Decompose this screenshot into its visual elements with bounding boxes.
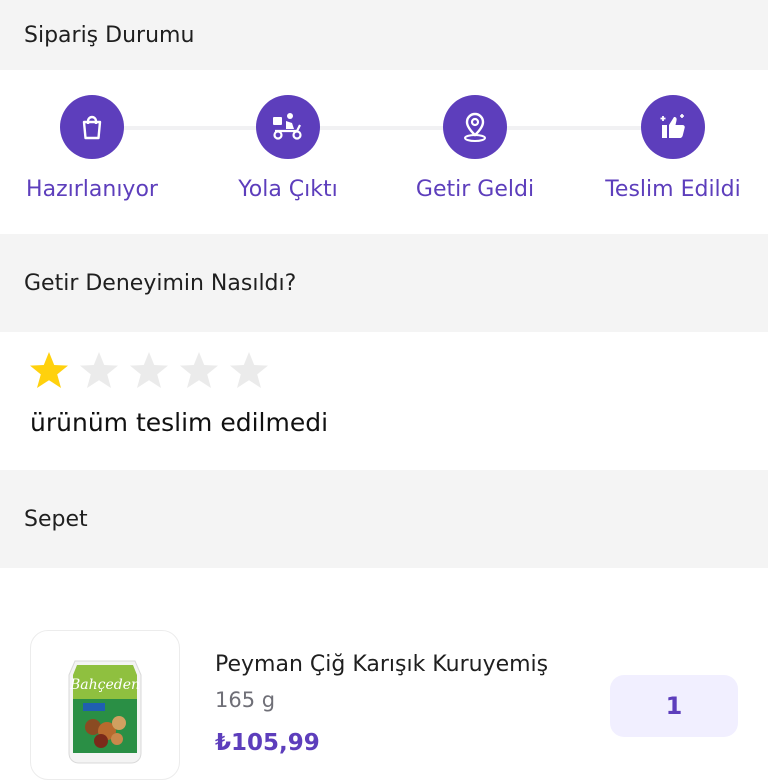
star-rating[interactable] (28, 350, 270, 392)
star-empty-icon[interactable] (178, 350, 220, 392)
rating-header: Getir Deneyimin Nasıldı? (0, 234, 768, 332)
location-pin-icon (443, 95, 507, 159)
progress-track (92, 126, 674, 130)
star-empty-icon[interactable] (78, 350, 120, 392)
product-image: Bahçeden (30, 630, 180, 780)
star-filled-icon[interactable] (28, 350, 70, 392)
shopping-bag-icon (60, 95, 124, 159)
product-weight: 165 g (215, 688, 276, 712)
product-price: ₺105,99 (215, 730, 320, 756)
order-status-header: Sipariş Durumu (0, 0, 768, 70)
thumbs-up-icon (641, 95, 705, 159)
product-name: Peyman Çiğ Karışık Kuruyemiş (215, 652, 549, 677)
star-empty-icon[interactable] (128, 350, 170, 392)
rating-title: Getir Deneyimin Nasıldı? (24, 270, 297, 296)
step-label: Teslim Edildi (605, 177, 741, 202)
star-empty-icon[interactable] (228, 350, 270, 392)
product-brand-text: Bahçeden (69, 677, 140, 693)
basket-header: Sepet (0, 470, 768, 568)
order-status-title: Sipariş Durumu (24, 22, 195, 48)
basket-list: Bahçeden Peyman Çiğ Karışık Kuruyemiş 16… (0, 568, 768, 780)
step-label: Hazırlanıyor (26, 177, 158, 202)
order-status-tracker: Hazırlanıyor Yola Çıktı Getir Geldi Tesl… (0, 70, 768, 234)
rating-comment: ürünüm teslim edilmedi (30, 408, 329, 437)
rating-panel: ürünüm teslim edilmedi (0, 332, 768, 470)
basket-title: Sepet (24, 506, 88, 532)
step-label: Yola Çıktı (238, 177, 338, 202)
quantity-badge[interactable]: 1 (610, 675, 738, 737)
step-label: Getir Geldi (415, 177, 535, 202)
courier-scooter-icon (256, 95, 320, 159)
